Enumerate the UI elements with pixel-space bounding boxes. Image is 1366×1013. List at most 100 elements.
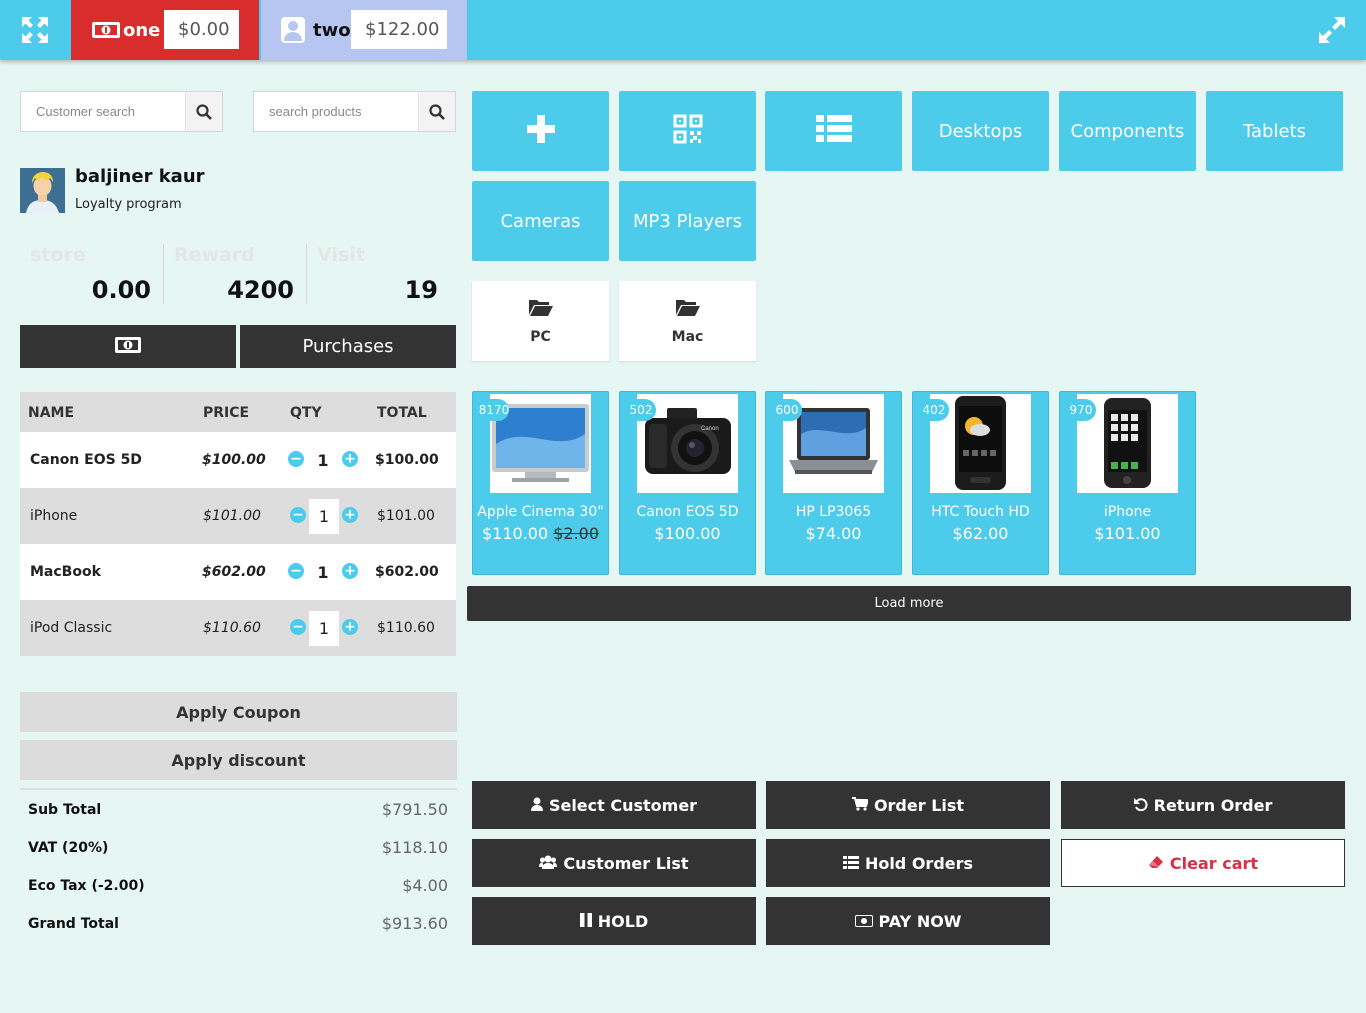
item-name: Canon EOS 5D <box>30 452 142 468</box>
register-name: two <box>313 19 351 41</box>
list-icon <box>842 854 859 873</box>
customer-program: Loyalty program <box>75 197 182 212</box>
minus-icon[interactable]: − <box>288 563 304 579</box>
cash-button[interactable] <box>20 325 236 368</box>
product-price: $110.00 <box>481 524 549 543</box>
category-cameras[interactable]: Cameras <box>472 181 609 261</box>
pay-now-button[interactable]: PAY NOW <box>766 897 1050 945</box>
item-price: $101.00 <box>203 508 261 524</box>
plus-icon[interactable]: + <box>342 619 358 635</box>
qty-input[interactable]: 1 <box>308 443 338 478</box>
button-label: Customer List <box>563 853 689 873</box>
stat-value: 0.00 <box>91 276 151 304</box>
search-icon[interactable] <box>185 92 222 131</box>
product-card[interactable]: 8170 Apple Cinema 30" $110.00 $2.00 <box>472 391 609 575</box>
list-view-button[interactable] <box>765 91 902 171</box>
stat-store: store 0.00 <box>20 244 163 304</box>
item-name: iPhone <box>30 508 78 524</box>
purchases-button[interactable]: Purchases <box>240 325 456 368</box>
stat-label: store <box>30 244 86 266</box>
button-label: Return Order <box>1153 795 1273 815</box>
product-card[interactable]: Canon 502 Canon EOS 5D $100.00 <box>619 391 756 575</box>
item-name: iPod Classic <box>30 620 113 636</box>
plus-icon <box>526 114 556 149</box>
expand-arrows-icon[interactable] <box>0 0 70 60</box>
header-name: NAME <box>28 405 75 421</box>
register-amount: $122.00 <box>351 10 447 49</box>
money-icon <box>114 336 142 358</box>
total-value: $913.60 <box>381 914 448 933</box>
category-mp3-players[interactable]: MP3 Players <box>619 181 756 261</box>
product-old-price: $2.00 <box>553 524 600 543</box>
item-price: $110.60 <box>203 620 261 636</box>
eco-tax-row: Eco Tax (-2.00) $4.00 <box>20 866 457 904</box>
subcategory-pc[interactable]: PC <box>472 281 609 361</box>
plus-icon[interactable]: + <box>342 451 358 467</box>
product-price-line: $110.00 $2.00 <box>473 524 608 543</box>
subcategory-mac[interactable]: Mac <box>619 281 756 361</box>
header-price: PRICE <box>203 405 250 421</box>
cart-row: Canon EOS 5D $100.00 − 1 + $100.00 <box>20 432 456 488</box>
product-price: $100.00 <box>654 524 721 543</box>
item-total: $101.00 <box>377 508 435 524</box>
stat-value: 4200 <box>227 276 294 304</box>
stat-label: Visit <box>317 244 365 266</box>
stat-visit: Visit 19 <box>307 244 450 304</box>
hold-orders-button[interactable]: Hold Orders <box>766 839 1050 887</box>
total-label: Eco Tax (-2.00) <box>28 878 145 894</box>
qty-input[interactable]: 1 <box>308 555 338 590</box>
select-customer-button[interactable]: Select Customer <box>472 781 756 829</box>
product-card[interactable]: 600 HP LP3065 $74.00 <box>765 391 902 575</box>
product-card[interactable]: 402 HTC Touch HD $62.00 <box>912 391 1049 575</box>
stock-badge: 502 <box>626 399 656 421</box>
vat-row: VAT (20%) $118.10 <box>20 828 457 866</box>
grand-total-row: Grand Total $913.60 <box>20 904 457 942</box>
customer-search-input[interactable]: Customer search <box>21 92 185 131</box>
order-list-button[interactable]: Order List <box>766 781 1050 829</box>
category-desktops[interactable]: Desktops <box>912 91 1049 171</box>
return-order-button[interactable]: Return Order <box>1061 781 1345 829</box>
apply-discount-button[interactable]: Apply discount <box>20 740 457 780</box>
add-product-button[interactable] <box>472 91 609 171</box>
product-card[interactable]: 970 iPhone $101.00 <box>1059 391 1196 575</box>
register-tab-one[interactable]: one $0.00 <box>71 0 259 60</box>
register-tab-two[interactable]: two $122.00 <box>261 0 467 60</box>
list-icon <box>815 114 853 149</box>
clear-cart-button[interactable]: Clear cart <box>1061 839 1345 887</box>
button-label: PAY NOW <box>878 911 962 931</box>
stock-badge: 402 <box>919 399 949 421</box>
search-icon[interactable] <box>418 92 455 131</box>
item-total: $602.00 <box>375 564 439 580</box>
button-label: Select Customer <box>548 795 698 815</box>
hold-button[interactable]: HOLD <box>472 897 756 945</box>
product-search-input[interactable]: search products <box>254 92 418 131</box>
product-price: $62.00 <box>952 524 1009 543</box>
qr-scan-button[interactable] <box>619 91 756 171</box>
plus-icon[interactable]: + <box>342 507 358 523</box>
fullscreen-icon[interactable] <box>1310 10 1354 50</box>
product-name: Canon EOS 5D <box>636 504 739 520</box>
item-name: MacBook <box>30 564 101 580</box>
load-more-button[interactable]: Load more <box>467 586 1351 621</box>
minus-icon[interactable]: − <box>290 619 306 635</box>
undo-icon <box>1133 796 1148 815</box>
minus-icon[interactable]: − <box>288 451 304 467</box>
qrcode-icon <box>673 114 703 149</box>
header-qty: QTY <box>290 405 322 421</box>
plus-icon[interactable]: + <box>342 563 358 579</box>
total-label: VAT (20%) <box>28 840 109 856</box>
category-tablets[interactable]: Tablets <box>1206 91 1343 171</box>
minus-icon[interactable]: − <box>290 507 306 523</box>
product-name: HP LP3065 <box>795 504 872 520</box>
total-value: $118.10 <box>381 838 448 857</box>
product-name: iPhone <box>1103 504 1152 520</box>
pause-icon <box>579 912 592 931</box>
apply-coupon-button[interactable]: Apply Coupon <box>20 692 457 732</box>
customer-search[interactable]: Customer search <box>20 91 223 132</box>
product-search[interactable]: search products <box>253 91 456 132</box>
qty-input[interactable]: 1 <box>309 611 339 646</box>
product-price: $74.00 <box>805 524 862 543</box>
qty-input[interactable]: 1 <box>309 499 339 534</box>
customer-list-button[interactable]: Customer List <box>472 839 756 887</box>
category-components[interactable]: Components <box>1059 91 1196 171</box>
